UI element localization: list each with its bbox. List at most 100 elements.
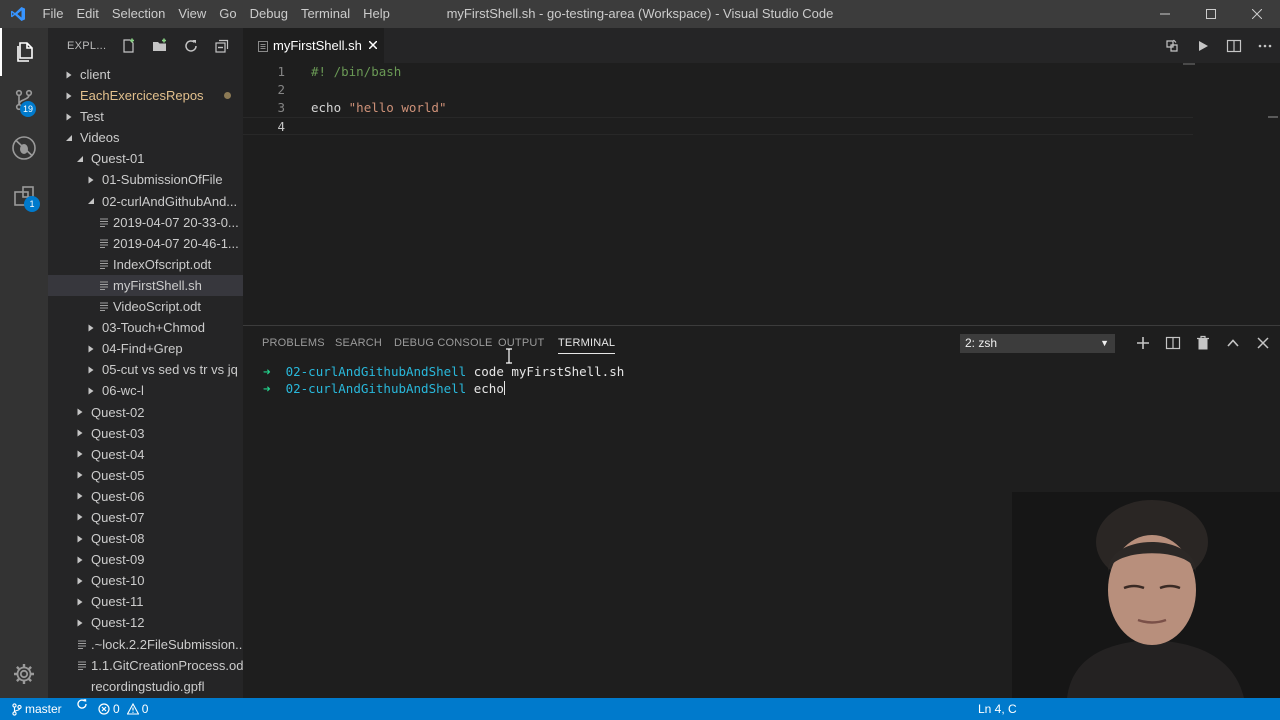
more-actions-button[interactable] [1249,28,1280,63]
tree-file[interactable]: 1.1.GitCreationProcess.odt [48,655,243,676]
close-panel-button[interactable] [1252,331,1274,355]
menu-selection[interactable]: Selection [105,0,171,28]
split-editor-button[interactable] [1218,28,1249,63]
chevron-right-icon[interactable] [75,402,85,423]
code-editor[interactable]: 1 #! /bin/bash 2 3 echo "hello world" 4 [243,63,1280,325]
tree-folder[interactable]: client [48,64,243,85]
chevron-right-icon[interactable] [75,570,85,591]
tree-folder[interactable]: Test [48,106,243,127]
tree-folder[interactable]: Quest-10 [48,570,243,591]
terminal-select[interactable]: 2: zsh ▼ [960,334,1115,353]
tree-folder[interactable]: EachExercicesRepos [48,85,243,106]
chevron-down-icon[interactable] [75,148,85,169]
panel-tab-debug-console[interactable]: DEBUG CONSOLE [394,326,493,360]
tree-file[interactable]: IndexOfscript.odt [48,254,243,275]
chevron-right-icon[interactable] [86,359,96,380]
chevron-right-icon[interactable] [75,549,85,570]
chevron-right-icon[interactable] [75,612,85,633]
chevron-right-icon[interactable] [75,591,85,612]
chevron-down-icon[interactable] [64,127,74,148]
manage-activity-button[interactable] [0,650,48,698]
run-button[interactable] [1187,28,1218,63]
chevron-right-icon[interactable] [75,486,85,507]
tree-folder[interactable]: Quest-02 [48,402,243,423]
chevron-right-icon[interactable] [75,507,85,528]
sync-button[interactable] [76,698,88,710]
debug-activity-button[interactable] [0,124,48,172]
tree-file[interactable]: VideoScript.odt [48,296,243,317]
editor-scrollbar[interactable] [1268,116,1278,118]
chevron-right-icon[interactable] [86,169,96,190]
menu-help[interactable]: Help [357,0,397,28]
menu-edit[interactable]: Edit [70,0,105,28]
chevron-right-icon[interactable] [86,317,96,338]
kill-terminal-button[interactable] [1192,331,1214,355]
minimap[interactable] [1183,63,1195,65]
chevron-right-icon[interactable] [75,465,85,486]
menu-file[interactable]: File [36,0,70,28]
split-terminal-button[interactable] [1162,331,1184,355]
tree-folder[interactable]: Quest-12 [48,612,243,633]
tab-myfirstshell[interactable]: myFirstShell.sh [243,28,384,63]
chevron-right-icon[interactable] [75,423,85,444]
chevron-right-icon[interactable] [86,338,96,359]
tab-close-button[interactable] [366,38,380,52]
chevron-right-icon[interactable] [75,528,85,549]
tree-file[interactable]: .~lock.2.2FileSubmission... [48,634,243,655]
maximize-button[interactable] [1188,0,1234,28]
tree-folder[interactable]: Quest-01 [48,148,243,169]
refresh-button[interactable] [180,35,202,57]
tree-folder[interactable]: Quest-07 [48,507,243,528]
explorer-activity-button[interactable] [0,28,48,76]
tree-folder[interactable]: Quest-09 [48,549,243,570]
new-folder-button[interactable] [149,35,171,57]
explorer-header: EXPL... [48,28,243,63]
tree-folder[interactable]: Quest-08 [48,528,243,549]
tree-file[interactable]: 2019-04-07 20-33-0... [48,212,243,233]
tree-folder[interactable]: 03-Touch+Chmod [48,317,243,338]
menu-debug[interactable]: Debug [243,0,294,28]
panel-tab-problems[interactable]: PROBLEMS [262,326,325,360]
menu-go[interactable]: Go [213,0,243,28]
tree-item-label: myFirstShell.sh [113,277,202,293]
chevron-right-icon[interactable] [64,64,74,85]
new-file-button[interactable] [118,35,140,57]
tree-file[interactable]: 2019-04-07 20-46-1... [48,233,243,254]
tree-folder[interactable]: Quest-06 [48,486,243,507]
chevron-right-icon[interactable] [64,85,74,106]
tree-folder[interactable]: Quest-05 [48,465,243,486]
chevron-right-icon[interactable] [86,380,96,401]
chevron-right-icon[interactable] [64,106,74,127]
tree-folder[interactable]: 06-wc-l [48,380,243,401]
tree-item-label: 04-Find+Grep [102,341,183,357]
chevron-right-icon[interactable] [75,444,85,465]
tree-file[interactable]: recordingstudio.gpfl [48,676,243,697]
source-control-activity-button[interactable]: 19 [0,76,48,124]
tree-folder[interactable]: Quest-04 [48,444,243,465]
collapse-all-button[interactable] [211,35,233,57]
tree-folder[interactable]: 02-curlAndGithubAnd... [48,191,243,212]
tree-folder[interactable]: Quest-03 [48,423,243,444]
panel-tab-terminal[interactable]: TERMINAL [558,326,616,360]
panel-tab-search[interactable]: SEARCH [335,326,382,360]
menu-terminal[interactable]: Terminal [294,0,356,28]
tree-folder[interactable]: Videos [48,127,243,148]
menu-view[interactable]: View [172,0,213,28]
cursor-position[interactable]: Ln 4, C [978,698,1017,720]
maximize-panel-button[interactable] [1222,331,1244,355]
tree-folder[interactable]: 01-SubmissionOfFile [48,169,243,190]
terminal-output[interactable]: ➜ 02-curlAndGithubAndShell code myFirstS… [263,363,624,397]
branch-indicator[interactable]: master [12,698,62,720]
tree-folder[interactable]: 04-Find+Grep [48,338,243,359]
file-tree: client EachExercicesRepos Test Videos Quest-… [48,64,243,697]
minimize-button[interactable] [1142,0,1188,28]
extensions-activity-button[interactable]: 1 [0,172,48,220]
live-share-button[interactable] [1156,28,1187,63]
tree-folder[interactable]: Quest-11 [48,591,243,612]
tree-folder[interactable]: 05-cut vs sed vs tr vs jq [48,359,243,380]
new-terminal-button[interactable] [1132,331,1154,355]
tree-file[interactable]: myFirstShell.sh [48,274,243,297]
close-window-button[interactable] [1234,0,1280,28]
problems-indicator[interactable]: 0 0 [98,698,148,720]
chevron-down-icon[interactable] [86,191,96,212]
